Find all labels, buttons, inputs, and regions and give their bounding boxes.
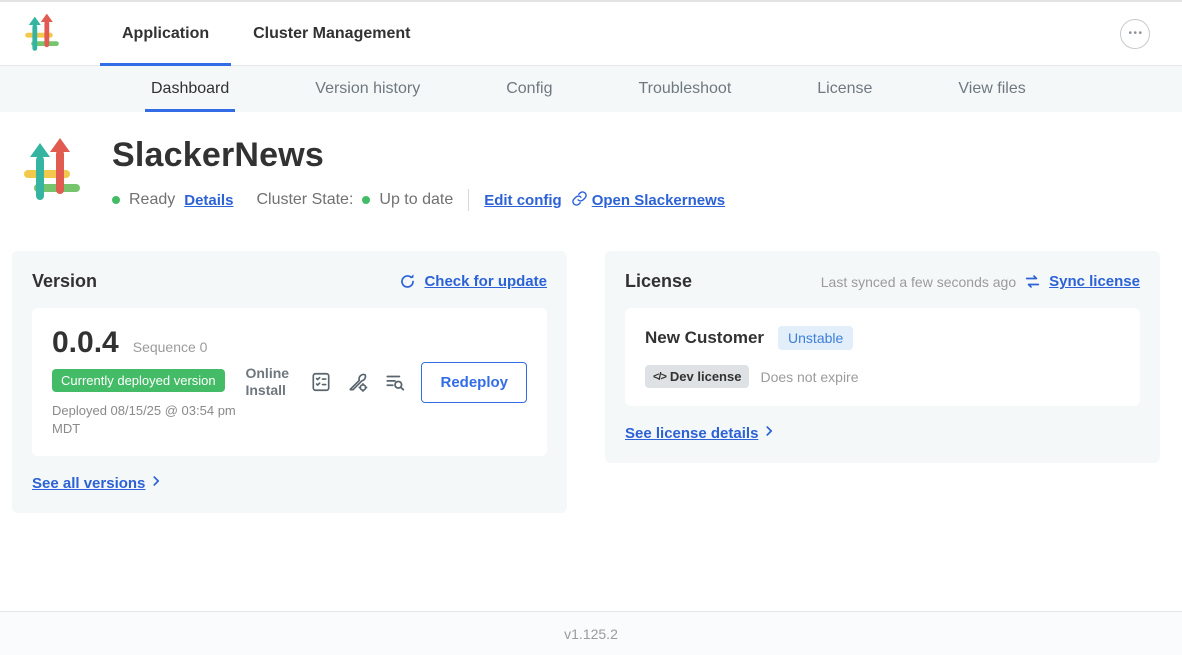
console-footer: v1.125.2: [0, 611, 1182, 655]
license-card-title: License: [625, 271, 692, 292]
chevron-right-icon: [762, 424, 776, 442]
refresh-icon: [399, 273, 416, 290]
status-divider: [468, 189, 469, 211]
subnav-item-view-files[interactable]: View files: [952, 66, 1031, 112]
open-app-link[interactable]: Open Slackernews: [571, 190, 725, 211]
app-logo-icon[interactable]: [24, 14, 60, 54]
dashboard-main: SlackerNews Ready Details Cluster State:…: [0, 112, 1182, 611]
ready-label: Ready: [129, 191, 175, 209]
current-version-info: 0.0.4 Sequence 0 Currently deployed vers…: [52, 326, 245, 438]
license-details-panel: New Customer Unstable </> Dev license Do…: [625, 308, 1140, 406]
top-header: Application Cluster Management •••: [0, 2, 1182, 66]
customer-name: New Customer: [645, 328, 764, 348]
version-card-title: Version: [32, 271, 97, 292]
dashboard-cards: Version Check for update: [12, 251, 1160, 513]
chevron-right-icon: [149, 474, 163, 492]
cluster-state-dot: [362, 196, 370, 204]
release-notes-icon[interactable]: [310, 371, 332, 393]
deployed-version-badge: Currently deployed version: [52, 369, 225, 392]
subnav-dashboard-label: Dashboard: [151, 80, 229, 98]
config-wrench-icon[interactable]: [347, 371, 369, 393]
subnav-troubleshoot-label: Troubleshoot: [638, 80, 731, 98]
subnav-view-files-label: View files: [958, 80, 1025, 98]
license-card-header: License Last synced a few seconds ago Sy…: [625, 271, 1140, 292]
app-status-row: Ready Details Cluster State: Up to date …: [112, 189, 725, 211]
version-card-header: Version Check for update: [32, 271, 547, 292]
admin-console-page: Application Cluster Management ••• Dashb…: [0, 0, 1182, 655]
app-subnav: Dashboard Version history Config Trouble…: [0, 66, 1182, 112]
edit-config-link[interactable]: Edit config: [484, 192, 562, 209]
tab-cluster-management-label: Cluster Management: [253, 25, 410, 43]
see-all-versions-label: See all versions: [32, 475, 145, 492]
version-card-footer: See all versions: [32, 474, 547, 493]
cluster-state-label: Cluster State:: [256, 191, 353, 209]
tab-application-label: Application: [122, 25, 209, 43]
subnav-item-license[interactable]: License: [811, 66, 878, 112]
subnav-item-version-history[interactable]: Version history: [309, 66, 426, 112]
page-title: SlackerNews: [112, 136, 725, 175]
current-version-panel: 0.0.4 Sequence 0 Currently deployed vers…: [32, 308, 547, 456]
license-card-footer: See license details: [625, 424, 1140, 443]
console-version: v1.125.2: [564, 626, 618, 642]
sync-icon: [1024, 273, 1041, 290]
version-card: Version Check for update: [12, 251, 567, 513]
subnav-version-history-label: Version history: [315, 80, 420, 98]
open-app-link-label: Open Slackernews: [592, 192, 725, 209]
see-all-versions-link[interactable]: See all versions: [32, 474, 163, 492]
license-expiry: Does not expire: [760, 369, 858, 385]
overflow-menu-button[interactable]: •••: [1120, 19, 1150, 49]
details-link[interactable]: Details: [184, 192, 233, 209]
app-header: SlackerNews Ready Details Cluster State:…: [22, 134, 1182, 211]
app-header-text: SlackerNews Ready Details Cluster State:…: [112, 134, 725, 211]
channel-badge: Unstable: [778, 326, 853, 350]
license-type-badge: </> Dev license: [645, 365, 749, 388]
sync-license-link[interactable]: Sync license: [1049, 273, 1140, 290]
app-icon: [22, 134, 82, 210]
subnav-config-label: Config: [506, 80, 552, 98]
ellipsis-icon: •••: [1128, 28, 1143, 39]
license-type-label: Dev license: [670, 369, 742, 384]
install-type-label: Online Install: [245, 365, 295, 400]
subnav-item-troubleshoot[interactable]: Troubleshoot: [632, 66, 737, 112]
tab-application[interactable]: Application: [100, 2, 231, 66]
see-license-details-label: See license details: [625, 425, 758, 442]
preflight-checks-icon[interactable]: [384, 371, 406, 393]
top-tabs: Application Cluster Management: [100, 2, 432, 66]
subnav-item-config[interactable]: Config: [500, 66, 558, 112]
subnav-item-dashboard[interactable]: Dashboard: [145, 66, 235, 112]
last-synced-label: Last synced a few seconds ago: [821, 274, 1016, 290]
deployed-timestamp: Deployed 08/15/25 @ 03:54 pm MDT: [52, 402, 245, 438]
redeploy-button[interactable]: Redeploy: [421, 362, 527, 403]
tab-cluster-management[interactable]: Cluster Management: [231, 2, 432, 66]
external-link-icon: [571, 190, 588, 211]
subnav-license-label: License: [817, 80, 872, 98]
cluster-state-value: Up to date: [379, 191, 453, 209]
see-license-details-link[interactable]: See license details: [625, 424, 776, 442]
code-icon: </>: [653, 371, 666, 383]
version-number: 0.0.4: [52, 326, 119, 360]
version-actions: Online Install: [245, 362, 527, 403]
version-sequence: Sequence 0: [133, 339, 208, 355]
check-for-update-link[interactable]: Check for update: [424, 273, 547, 290]
license-card: License Last synced a few seconds ago Sy…: [605, 251, 1160, 463]
ready-status-dot: [112, 196, 120, 204]
